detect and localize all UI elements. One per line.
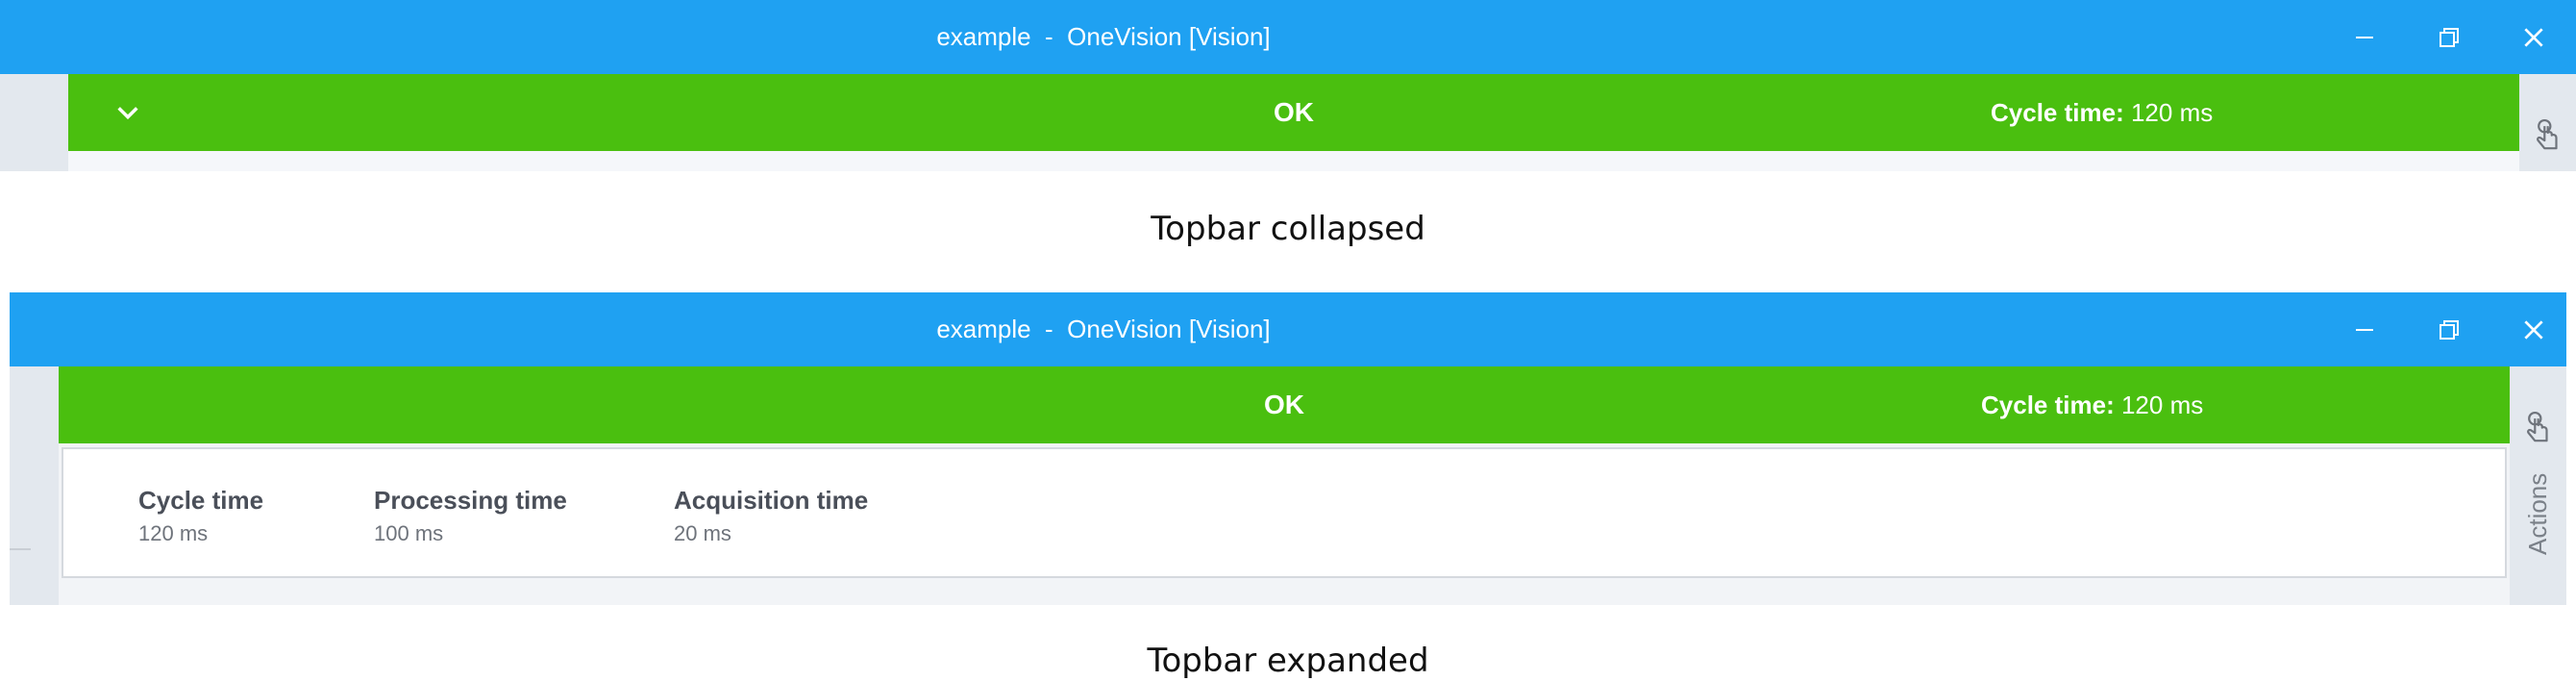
- touch-hand-icon[interactable]: [2531, 118, 2564, 155]
- topbar-collapsed-window: example - OneVision [Vision] OK Cycle ti…: [0, 0, 2576, 171]
- actions-tab[interactable]: Actions: [2523, 473, 2553, 555]
- close-icon: [2524, 319, 2543, 340]
- metric-acquisition-time: Acquisition time 20 ms: [674, 486, 868, 546]
- restore-button[interactable]: [2420, 0, 2478, 74]
- status-bar: OK Cycle time: 120 ms: [59, 366, 2510, 443]
- cycle-time-label: Cycle time:: [1991, 98, 2124, 127]
- cycle-time-label: Cycle time:: [1981, 391, 2115, 419]
- cycle-time-value: 120 ms: [2120, 391, 2204, 419]
- chevron-down-icon[interactable]: [114, 99, 141, 126]
- metric-value: 100 ms: [374, 521, 444, 545]
- left-side-panel: [10, 366, 59, 605]
- left-side-panel: [0, 74, 68, 171]
- metric-value: 20 ms: [674, 521, 731, 545]
- title-bar: example - OneVision [Vision]: [0, 0, 2576, 74]
- content-edge: [68, 151, 2519, 171]
- metric-label: Processing time: [374, 486, 567, 515]
- minimize-icon: [2356, 328, 2373, 331]
- cycle-time: Cycle time: 120 ms: [1991, 74, 2213, 151]
- title-bar: example - OneVision [Vision]: [10, 292, 2566, 366]
- minimize-icon: [2356, 36, 2373, 38]
- restore-icon: [2440, 27, 2459, 47]
- left-panel-divider: [10, 548, 31, 550]
- metric-label: Cycle time: [138, 486, 264, 515]
- metric-label: Acquisition time: [674, 486, 869, 515]
- topbar-expanded-window: example - OneVision [Vision] Actions OK …: [10, 292, 2566, 605]
- minimize-button[interactable]: [2336, 292, 2393, 366]
- close-button[interactable]: [2505, 292, 2563, 366]
- close-icon: [2524, 27, 2543, 47]
- timing-details-panel: Cycle time 120 ms Processing time 100 ms…: [62, 447, 2507, 578]
- caption-collapsed: Topbar collapsed: [1151, 210, 1425, 248]
- caption-expanded: Topbar expanded: [1147, 642, 1429, 680]
- window-title: example - OneVision [Vision]: [936, 315, 1271, 343]
- right-side-panel: [2519, 74, 2576, 171]
- details-area: Cycle time 120 ms Processing time 100 ms…: [59, 443, 2510, 605]
- right-side-panel: Actions: [2510, 366, 2566, 605]
- status-bar: OK Cycle time: 120 ms: [68, 74, 2519, 151]
- cycle-time-value: 120 ms: [2130, 98, 2214, 127]
- status-ok: OK: [1274, 97, 1314, 127]
- metric-processing-time: Processing time 100 ms: [374, 486, 567, 546]
- minimize-button[interactable]: [2336, 0, 2393, 74]
- restore-button[interactable]: [2420, 292, 2478, 366]
- window-title: example - OneVision [Vision]: [936, 22, 1271, 51]
- restore-icon: [2440, 319, 2459, 340]
- touch-hand-icon[interactable]: [2521, 411, 2554, 447]
- close-button[interactable]: [2505, 0, 2563, 74]
- metric-cycle-time: Cycle time 120 ms: [138, 486, 263, 546]
- metric-value: 120 ms: [138, 521, 209, 545]
- cycle-time: Cycle time: 120 ms: [1981, 366, 2203, 443]
- status-ok: OK: [1264, 390, 1304, 419]
